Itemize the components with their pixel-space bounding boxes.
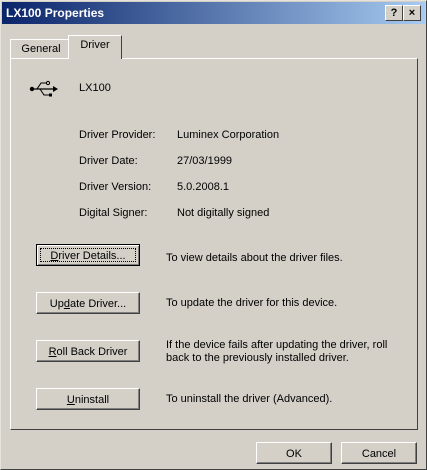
focus-rectangle bbox=[40, 248, 136, 262]
driver-details-description: To view details about the driver files. bbox=[166, 252, 343, 264]
cancel-button[interactable]: Cancel bbox=[341, 442, 417, 464]
accelerator-key: R bbox=[48, 346, 57, 358]
driver-provider-label: Driver Provider: bbox=[79, 129, 156, 141]
driver-tab-panel: LX100 Driver Provider: Luminex Corporati… bbox=[10, 58, 418, 430]
roll-back-driver-button[interactable]: Roll Back Driver bbox=[36, 340, 140, 362]
close-button[interactable]: × bbox=[403, 5, 421, 21]
tab-general[interactable]: General bbox=[10, 39, 72, 58]
title-bar[interactable]: LX100 Properties ? × bbox=[2, 2, 425, 24]
properties-dialog: LX100 Properties ? × General Driver LX10… bbox=[0, 0, 427, 470]
update-driver-description: To update the driver for this device. bbox=[166, 297, 338, 309]
digital-signer-label: Digital Signer: bbox=[79, 207, 148, 219]
window-title: LX100 Properties bbox=[6, 6, 105, 20]
uninstall-button[interactable]: Uninstall bbox=[36, 388, 140, 410]
usb-icon bbox=[29, 80, 58, 97]
update-driver-button[interactable]: Update Driver... bbox=[36, 292, 140, 314]
device-name: LX100 bbox=[79, 82, 111, 94]
digital-signer-value: Not digitally signed bbox=[177, 207, 270, 219]
help-button[interactable]: ? bbox=[385, 5, 403, 21]
accelerator-key: U bbox=[66, 394, 75, 406]
driver-version-label: Driver Version: bbox=[79, 181, 152, 193]
tab-driver[interactable]: Driver bbox=[68, 35, 122, 59]
ok-button[interactable]: OK bbox=[256, 442, 332, 464]
driver-version-value: 5.0.2008.1 bbox=[177, 181, 229, 193]
roll-back-driver-description: If the device fails after updating the d… bbox=[166, 339, 388, 364]
uninstall-description: To uninstall the driver (Advanced). bbox=[166, 393, 333, 405]
driver-date-value: 27/03/1999 bbox=[177, 155, 233, 167]
driver-date-label: Driver Date: bbox=[79, 155, 138, 167]
driver-provider-value: Luminex Corporation bbox=[177, 129, 280, 141]
driver-details-button[interactable]: Driver Details... bbox=[36, 244, 140, 266]
